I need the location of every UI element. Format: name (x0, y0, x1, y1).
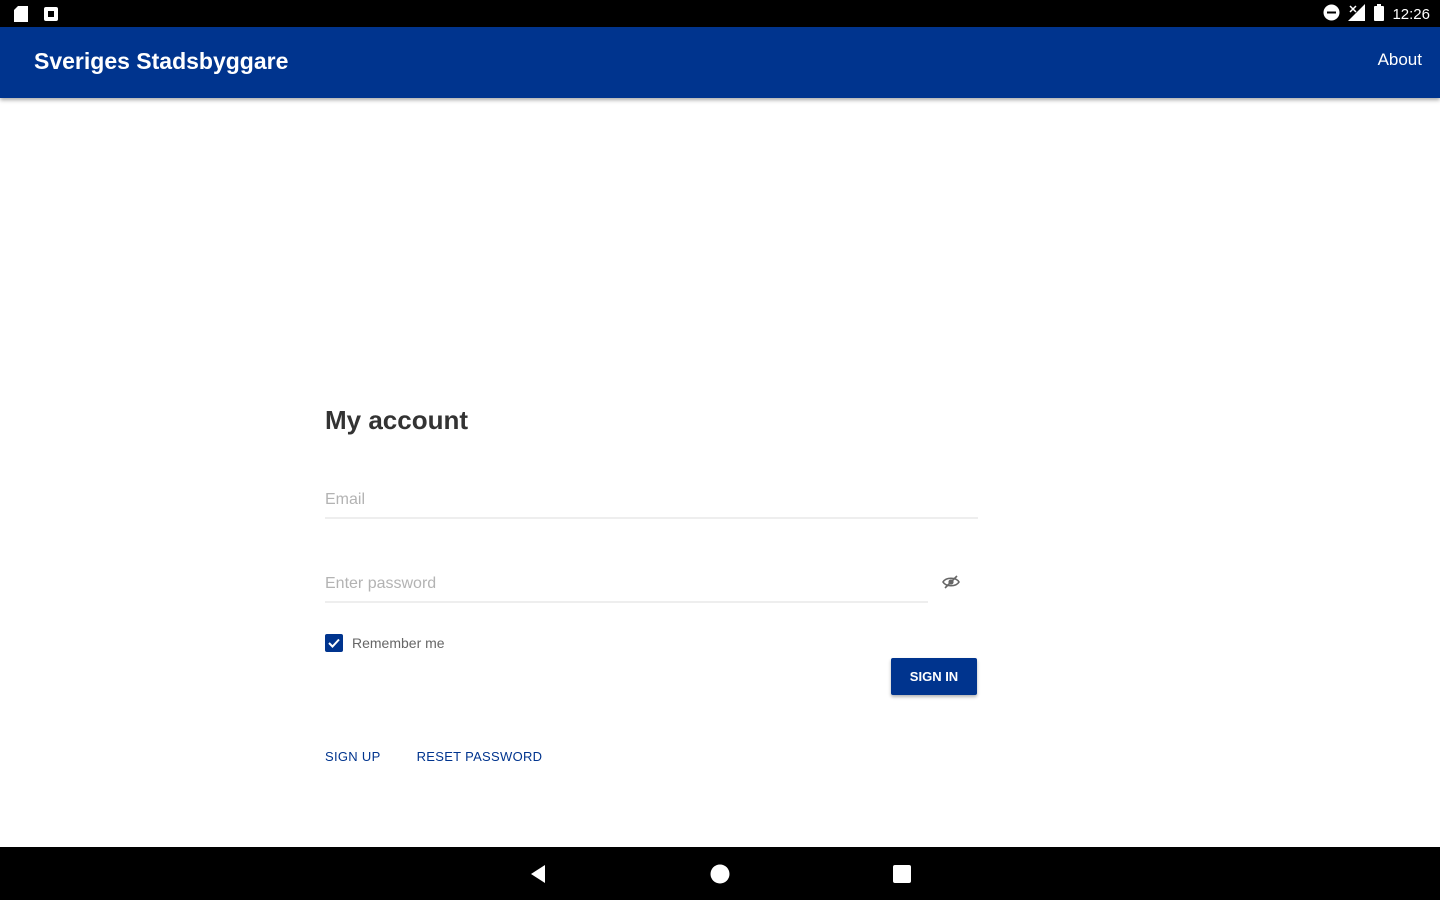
system-nav-bar (0, 847, 1440, 900)
password-field[interactable] (325, 575, 928, 603)
signal-icon (1348, 4, 1366, 25)
dnd-icon (1323, 4, 1340, 25)
status-left-icons (14, 6, 58, 27)
sign-in-form: My account Remember me SIGN IN SIGN UP R… (325, 405, 980, 764)
sign-in-button[interactable]: SIGN IN (891, 658, 977, 695)
home-icon[interactable] (709, 863, 731, 885)
checkbox-checked-icon[interactable] (325, 634, 343, 652)
remember-me-checkbox[interactable]: Remember me (325, 634, 445, 652)
account-links: SIGN UP RESET PASSWORD (325, 749, 542, 764)
battery-icon (1374, 4, 1385, 25)
sd-card-icon (14, 6, 28, 27)
app-bar: Sveriges Stadsbyggare About (0, 27, 1440, 98)
remember-me-label: Remember me (352, 635, 445, 651)
status-right-icons: 12:26 (1323, 4, 1430, 25)
recents-icon[interactable] (891, 863, 913, 885)
clock-time: 12:26 (1392, 6, 1430, 23)
toggle-password-visibility-icon[interactable] (942, 573, 960, 591)
reset-password-link[interactable]: RESET PASSWORD (417, 749, 543, 764)
back-icon[interactable] (527, 863, 549, 885)
app-title: Sveriges Stadsbyggare (34, 48, 289, 74)
notification-icon (44, 7, 58, 26)
sign-up-link[interactable]: SIGN UP (325, 749, 381, 764)
about-link[interactable]: About (1378, 50, 1422, 70)
page-title: My account (325, 405, 469, 435)
email-field[interactable] (325, 491, 978, 519)
status-bar: 12:26 (0, 0, 1440, 27)
